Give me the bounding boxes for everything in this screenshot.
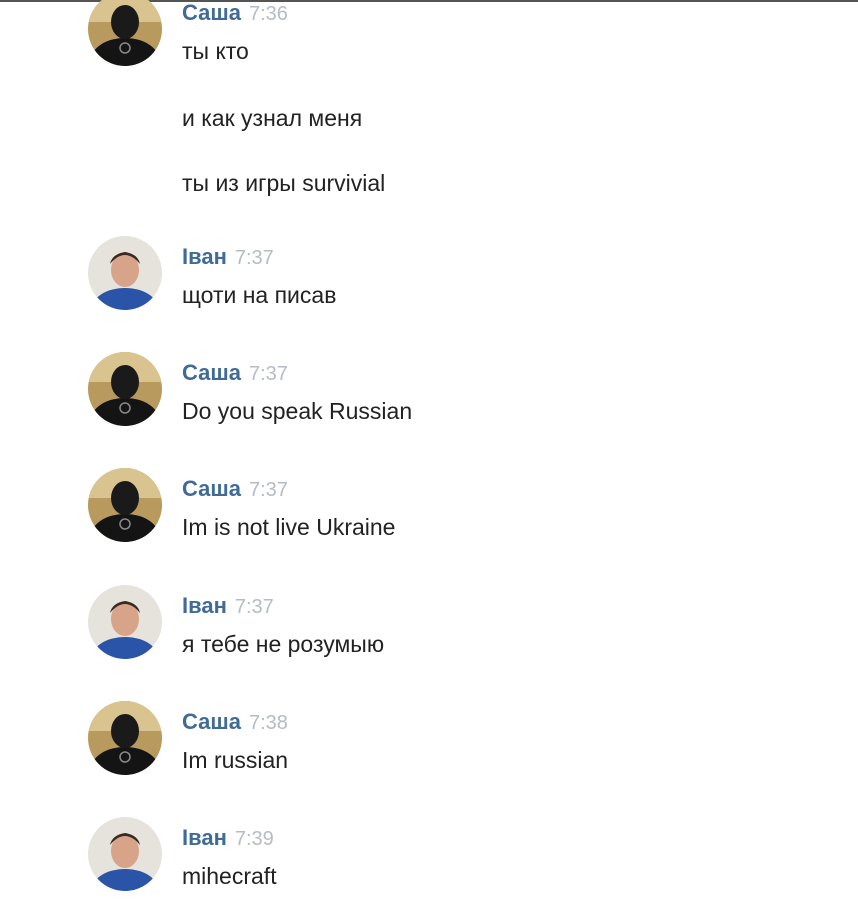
message-time: 7:37 [248, 479, 288, 501]
author-name[interactable]: Саша [182, 476, 241, 501]
message-header: Іван 7:37 [182, 593, 274, 619]
message-text: Im russian [182, 747, 289, 773]
person-avatar-icon [88, 817, 162, 891]
message-text: я тебе не розумыю [182, 631, 385, 657]
author-name[interactable]: Саша [182, 0, 241, 25]
message-text: Do you speak Russian [182, 398, 413, 424]
author-name[interactable]: Іван [182, 825, 227, 850]
message-time: 7:38 [248, 712, 288, 734]
person-avatar-icon [88, 352, 162, 426]
author-name[interactable]: Іван [182, 244, 227, 269]
message-time: 7:39 [234, 828, 274, 850]
avatar-ivan[interactable] [88, 236, 162, 310]
person-avatar-icon [88, 468, 162, 542]
person-avatar-icon [88, 0, 162, 66]
message-header: Іван 7:39 [182, 825, 274, 851]
person-avatar-icon [88, 236, 162, 310]
message-header: Саша 7:37 [182, 476, 288, 502]
message-time: 7:36 [248, 3, 288, 25]
avatar-sasha[interactable] [88, 352, 162, 426]
avatar-ivan[interactable] [88, 585, 162, 659]
message-text: ты из игры survivial [182, 170, 386, 196]
avatar-sasha[interactable] [88, 468, 162, 542]
author-name[interactable]: Іван [182, 593, 227, 618]
message-text: Im is not live Ukraine [182, 514, 396, 540]
avatar-sasha[interactable] [88, 701, 162, 775]
person-avatar-icon [88, 585, 162, 659]
avatar-sasha[interactable] [88, 0, 162, 66]
avatar-ivan[interactable] [88, 817, 162, 891]
author-name[interactable]: Саша [182, 360, 241, 385]
message-header: Саша 7:38 [182, 709, 288, 735]
author-name[interactable]: Саша [182, 709, 241, 734]
message-header: Іван 7:37 [182, 244, 274, 270]
message-text: щоти на писав [182, 282, 337, 308]
message-text: и как узнал меня [182, 105, 363, 131]
message-header: Саша 7:36 [182, 0, 288, 26]
message-time: 7:37 [234, 596, 274, 618]
message-time: 7:37 [234, 247, 274, 269]
message-text: mihecraft [182, 863, 277, 889]
message-text: ты кто [182, 38, 249, 64]
message-header: Саша 7:37 [182, 360, 288, 386]
person-avatar-icon [88, 701, 162, 775]
message-time: 7:37 [248, 363, 288, 385]
